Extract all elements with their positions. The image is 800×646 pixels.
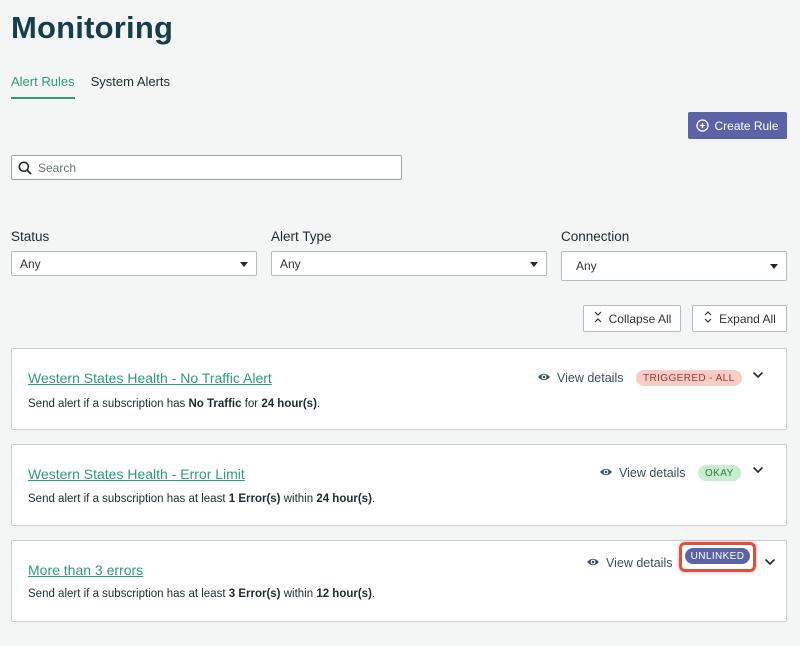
- view-details-label: View details: [619, 466, 686, 480]
- search-box: [11, 155, 402, 180]
- expand-all-button[interactable]: Expand All: [692, 305, 787, 332]
- search-input[interactable]: [38, 160, 378, 175]
- alert-type-filter-label: Alert Type: [271, 229, 332, 244]
- collapse-icon: [593, 311, 603, 326]
- tab-alert-rules[interactable]: Alert Rules: [11, 74, 75, 99]
- connection-filter-label: Connection: [561, 229, 630, 244]
- alert-type-select[interactable]: Any: [271, 251, 547, 276]
- plus-circle-icon: [696, 119, 710, 132]
- tab-system-alerts[interactable]: System Alerts: [91, 74, 170, 99]
- view-details-link[interactable]: View details: [586, 556, 672, 570]
- search-icon: [18, 161, 32, 175]
- view-details-link[interactable]: View details: [537, 371, 623, 385]
- rule-description: Send alert if a subscription has at leas…: [28, 493, 376, 505]
- tab-bar: Alert Rules System Alerts: [11, 74, 170, 99]
- rule-title-link[interactable]: Western States Health - No Traffic Alert: [28, 370, 272, 386]
- view-details-link[interactable]: View details: [599, 466, 685, 480]
- rule-description: Send alert if a subscription has No Traf…: [28, 398, 321, 410]
- connection-select[interactable]: Any: [561, 251, 787, 281]
- status-badge: UNLINKED: [685, 548, 750, 564]
- collapse-all-button[interactable]: Collapse All: [583, 305, 681, 332]
- caret-down-icon: [530, 261, 538, 267]
- status-select[interactable]: Any: [11, 251, 257, 276]
- rule-description: Send alert if a subscription has at leas…: [28, 588, 376, 600]
- eye-icon: [586, 556, 600, 570]
- create-rule-button[interactable]: Create Rule: [688, 112, 787, 139]
- expand-icon: [703, 311, 713, 326]
- chevron-down-icon[interactable]: [752, 371, 764, 379]
- rule-title-link[interactable]: Western States Health - Error Limit: [28, 466, 245, 482]
- status-filter-label: Status: [11, 229, 50, 244]
- collapse-all-label: Collapse All: [608, 311, 672, 326]
- alert-rule-card: More than 3 errors Send alert if a subsc…: [11, 540, 787, 622]
- rule-title-link[interactable]: More than 3 errors: [28, 562, 143, 578]
- caret-down-icon: [770, 264, 778, 269]
- alert-type-select-value: Any: [280, 256, 301, 271]
- create-rule-label: Create Rule: [714, 118, 779, 133]
- page-title: Monitoring: [11, 10, 174, 45]
- eye-icon: [537, 371, 551, 385]
- view-details-label: View details: [606, 556, 673, 570]
- status-badge: OKAY: [698, 465, 741, 481]
- caret-down-icon: [240, 261, 248, 267]
- status-badge: TRIGGERED - ALL: [636, 370, 742, 386]
- view-details-label: View details: [557, 371, 624, 385]
- status-select-value: Any: [20, 256, 41, 271]
- expand-all-label: Expand All: [719, 311, 776, 326]
- alert-rule-card: Western States Health - Error Limit Send…: [11, 444, 787, 526]
- connection-select-value: Any: [576, 259, 597, 273]
- chevron-down-icon[interactable]: [752, 466, 764, 474]
- chevron-down-icon[interactable]: [764, 558, 776, 566]
- eye-icon: [599, 466, 613, 480]
- alert-rule-card: Western States Health - No Traffic Alert…: [11, 348, 787, 430]
